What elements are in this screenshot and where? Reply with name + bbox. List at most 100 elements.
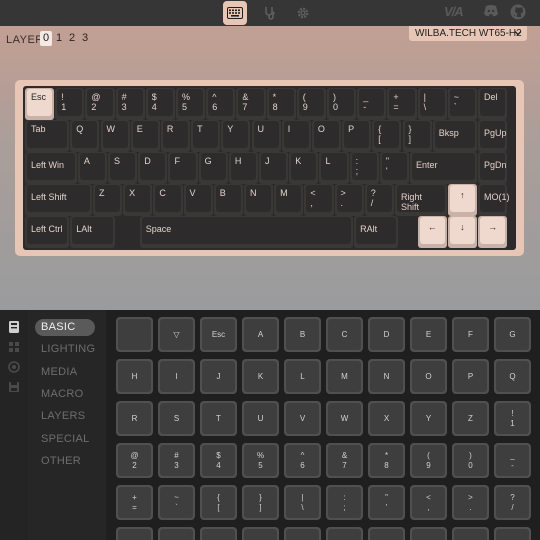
layer-3-button[interactable]: 3 [79, 31, 91, 46]
keycode-button[interactable]: C [326, 317, 363, 352]
key-1-0[interactable]: Tab [25, 120, 70, 152]
key-1-9[interactable]: O [311, 120, 342, 152]
keycode-button[interactable]: (9 [410, 443, 447, 478]
keycode-button[interactable]: B [284, 317, 321, 352]
key-2-11[interactable]: " ' [379, 152, 410, 184]
category-macro[interactable]: MACRO [35, 386, 95, 403]
keycode-button[interactable]: @2 [116, 443, 153, 478]
key-3-0[interactable]: Left Shift [25, 184, 92, 216]
keycode-button[interactable] [200, 527, 237, 540]
keycode-button[interactable]: X [368, 401, 405, 436]
key-0-9[interactable]: (9 [296, 88, 326, 120]
key-4-3[interactable]: RAlt [354, 216, 399, 248]
key-1-6[interactable]: Y [221, 120, 251, 152]
key-3-1[interactable]: Z [92, 184, 123, 216]
keycode-button[interactable] [368, 527, 405, 540]
keycode-button[interactable]: S [158, 401, 195, 436]
key-2-2[interactable]: S [108, 152, 138, 184]
key-2-8[interactable]: K [289, 152, 319, 184]
keycode-button[interactable]: W [326, 401, 363, 436]
keycode-button[interactable] [116, 527, 153, 540]
key-4-2[interactable]: Space [139, 216, 354, 248]
layer-1-button[interactable]: 1 [53, 31, 65, 46]
key-3-13[interactable]: MO(1) [478, 184, 510, 216]
keycode-button[interactable]: _ - [494, 443, 531, 478]
debug-tab-icon[interactable] [258, 1, 282, 25]
category-special[interactable]: SPECIAL [35, 431, 95, 448]
key-4-6[interactable]: → [478, 216, 508, 248]
keycode-button[interactable]: ▽ [158, 317, 195, 352]
keycode-button[interactable]: " ' [368, 485, 405, 520]
key-3-8[interactable]: <, [304, 184, 334, 216]
github-icon[interactable] [510, 4, 526, 25]
key-1-3[interactable]: E [130, 120, 160, 152]
macros-icon[interactable] [7, 360, 21, 374]
key-4-1[interactable]: LAlt [70, 216, 115, 248]
keycode-button[interactable]: Z [452, 401, 489, 436]
key-2-4[interactable]: F [168, 152, 198, 184]
keycode-button[interactable]: R [116, 401, 153, 436]
keycode-button[interactable] [284, 527, 321, 540]
keycode-button[interactable] [116, 317, 153, 352]
key-1-12[interactable]: }] [402, 120, 432, 152]
key-4-5[interactable]: ↓ [447, 216, 477, 248]
key-4-4[interactable]: ← [417, 216, 447, 248]
category-lighting[interactable]: LIGHTING [35, 341, 95, 358]
category-layers[interactable]: LAYERS [35, 408, 95, 425]
layer-0-button[interactable]: 0 [40, 31, 52, 46]
keycode-button[interactable]: ? / [494, 485, 531, 520]
keycode-button[interactable]: }] [242, 485, 279, 520]
save-load-icon[interactable] [7, 380, 21, 394]
key-0-12[interactable]: + = [387, 88, 417, 120]
keycode-button[interactable]: {[ [200, 485, 237, 520]
keycode-button[interactable]: F [452, 317, 489, 352]
keycode-button[interactable] [452, 527, 489, 540]
key-2-12[interactable]: Enter [410, 152, 477, 184]
key-2-10[interactable]: :; [349, 152, 379, 184]
keycode-button[interactable]: ) 0 [452, 443, 489, 478]
keycode-button[interactable]: Esc [200, 317, 237, 352]
keycode-button[interactable] [158, 527, 195, 540]
keycode-button[interactable]: >. [452, 485, 489, 520]
lighting-icon[interactable] [7, 340, 21, 354]
key-2-3[interactable]: D [138, 152, 168, 184]
key-1-5[interactable]: T [191, 120, 221, 152]
key-0-15[interactable]: Del [478, 88, 508, 120]
keycode-button[interactable]: ~ ` [158, 485, 195, 520]
keycode-button[interactable]: ^ 6 [284, 443, 321, 478]
key-0-10[interactable]: ) 0 [327, 88, 357, 120]
key-1-14[interactable]: PgUp [478, 120, 508, 152]
keycode-button[interactable]: E [410, 317, 447, 352]
layer-2-button[interactable]: 2 [66, 31, 78, 46]
key-3-5[interactable]: B [213, 184, 243, 216]
key-4-0[interactable]: Left Ctrl [25, 216, 70, 248]
key-3-2[interactable]: X [123, 184, 153, 216]
keycode-button[interactable]: <, [410, 485, 447, 520]
keycode-button[interactable]: $4 [200, 443, 237, 478]
key-3-7[interactable]: M [274, 184, 304, 216]
keycode-button[interactable] [326, 527, 363, 540]
key-0-3[interactable]: #3 [115, 88, 145, 120]
keycode-button[interactable]: % 5 [242, 443, 279, 478]
keycode-button[interactable] [242, 527, 279, 540]
key-0-6[interactable]: ^ 6 [206, 88, 236, 120]
keycode-button[interactable]: H [116, 359, 153, 394]
keycode-button[interactable]: * 8 [368, 443, 405, 478]
keycode-button[interactable]: L [284, 359, 321, 394]
keycode-button[interactable]: O [410, 359, 447, 394]
keycode-button[interactable]: ! 1 [494, 401, 531, 436]
device-selector[interactable]: WILBA.TECH WT65-H2 [409, 26, 527, 41]
key-1-13[interactable]: Bksp [432, 120, 477, 152]
category-basic[interactable]: BASIC [35, 319, 95, 336]
keycode-button[interactable]: P [452, 359, 489, 394]
keycode-button[interactable]: N [368, 359, 405, 394]
key-0-8[interactable]: * 8 [266, 88, 296, 120]
key-3-10[interactable]: ? / [364, 184, 394, 216]
key-3-3[interactable]: C [153, 184, 183, 216]
key-3-6[interactable]: N [243, 184, 274, 216]
keycode-button[interactable]: U [242, 401, 279, 436]
keycode-button[interactable]: A [242, 317, 279, 352]
key-1-7[interactable]: U [251, 120, 281, 152]
key-1-8[interactable]: I [281, 120, 311, 152]
key-2-6[interactable]: H [228, 152, 259, 184]
